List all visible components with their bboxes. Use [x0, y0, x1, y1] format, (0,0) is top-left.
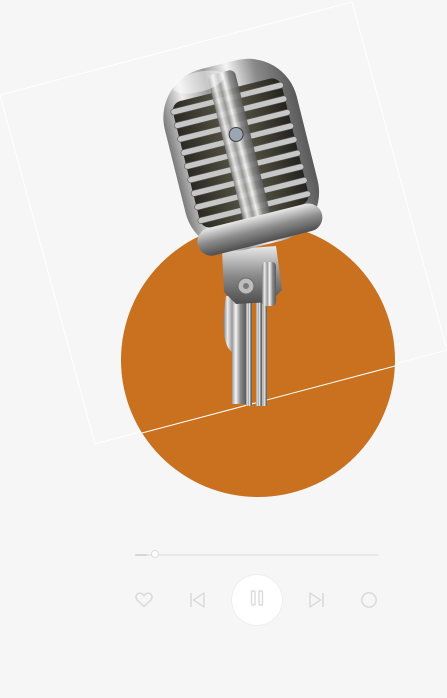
heart-icon: [135, 592, 153, 608]
progress-bar[interactable]: [135, 550, 379, 558]
skip-next-icon: [307, 591, 325, 609]
previous-button[interactable]: [178, 580, 218, 620]
album-artwork: [0, 0, 447, 520]
artwork-canvas: [0, 1, 447, 497]
next-button[interactable]: [296, 580, 336, 620]
pause-button[interactable]: [232, 575, 282, 625]
progress-knob[interactable]: [151, 550, 160, 558]
like-button[interactable]: [124, 580, 164, 620]
extra-button[interactable]: [349, 580, 389, 620]
pause-icon: [250, 589, 264, 611]
circle-icon: [360, 591, 378, 609]
progress-fill: [135, 554, 148, 556]
skip-previous-icon: [189, 591, 207, 609]
player-controls: [0, 540, 447, 640]
